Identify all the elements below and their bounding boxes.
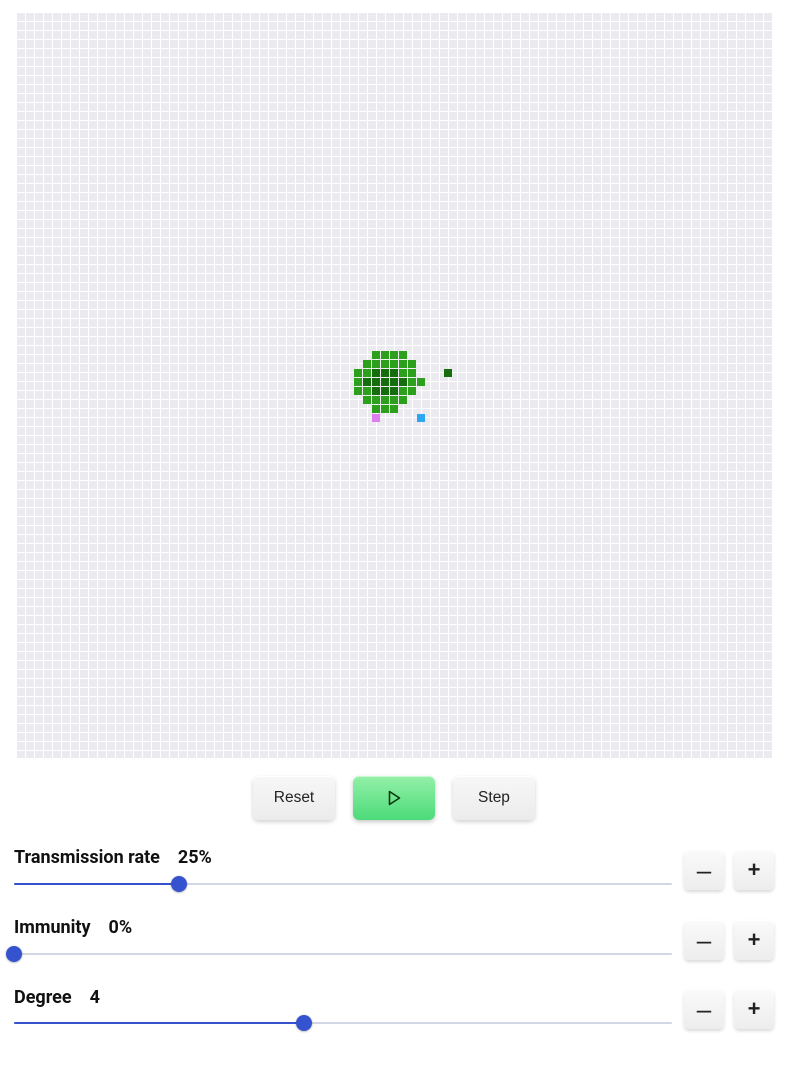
grid-cell bbox=[390, 387, 398, 395]
sim-controls: Reset Step bbox=[8, 776, 780, 820]
param-degree: Degree 4 – + bbox=[14, 988, 774, 1032]
immunity-increment-button[interactable]: + bbox=[734, 920, 774, 960]
grid-cell bbox=[399, 369, 407, 377]
transmission-stepper: – + bbox=[684, 850, 774, 890]
transmission-slider[interactable] bbox=[14, 876, 672, 892]
degree-value: 4 bbox=[90, 988, 100, 1008]
grid-cell bbox=[381, 405, 389, 413]
grid-cell bbox=[381, 351, 389, 359]
immunity-decrement-button[interactable]: – bbox=[684, 920, 724, 960]
grid-cell bbox=[408, 378, 416, 386]
play-icon bbox=[385, 789, 403, 807]
grid-cell bbox=[372, 387, 380, 395]
grid-cell bbox=[417, 414, 425, 422]
transmission-decrement-button[interactable]: – bbox=[684, 850, 724, 890]
play-button[interactable] bbox=[353, 776, 435, 820]
param-immunity: Immunity 0% – + bbox=[14, 918, 774, 962]
grid-cell bbox=[363, 360, 371, 368]
grid-cell bbox=[372, 360, 380, 368]
immunity-stepper: – + bbox=[684, 920, 774, 960]
degree-increment-button[interactable]: + bbox=[734, 989, 774, 1029]
slider-thumb[interactable] bbox=[296, 1015, 312, 1031]
grid-cell bbox=[390, 369, 398, 377]
grid-cell bbox=[354, 387, 362, 395]
immunity-slider[interactable] bbox=[14, 946, 672, 962]
grid-cell bbox=[363, 378, 371, 386]
slider-thumb[interactable] bbox=[6, 946, 22, 962]
grid-cell bbox=[417, 378, 425, 386]
grid-cell bbox=[390, 396, 398, 404]
grid-cell bbox=[381, 369, 389, 377]
degree-decrement-button[interactable]: – bbox=[684, 989, 724, 1029]
grid-cell bbox=[372, 396, 380, 404]
grid-cell bbox=[390, 405, 398, 413]
grid-cell bbox=[372, 405, 380, 413]
degree-label: Degree bbox=[14, 988, 72, 1008]
grid-cell bbox=[372, 414, 380, 422]
slider-fill bbox=[14, 883, 179, 885]
grid-cell bbox=[363, 396, 371, 404]
simulation-grid[interactable] bbox=[14, 10, 774, 760]
grid-cell bbox=[399, 360, 407, 368]
grid-cell bbox=[390, 378, 398, 386]
grid-cell bbox=[363, 369, 371, 377]
grid-cell bbox=[372, 378, 380, 386]
step-button[interactable]: Step bbox=[453, 776, 535, 820]
grid-cell bbox=[408, 369, 416, 377]
grid-cell bbox=[354, 378, 362, 386]
grid-cell bbox=[381, 396, 389, 404]
grid-cell bbox=[399, 351, 407, 359]
grid-cell bbox=[390, 351, 398, 359]
transmission-increment-button[interactable]: + bbox=[734, 850, 774, 890]
slider-thumb[interactable] bbox=[171, 876, 187, 892]
grid-cell bbox=[408, 360, 416, 368]
slider-fill bbox=[14, 1022, 304, 1024]
immunity-value: 0% bbox=[109, 918, 133, 938]
grid-cell bbox=[399, 387, 407, 395]
grid-cell bbox=[444, 369, 452, 377]
grid-cell bbox=[381, 387, 389, 395]
parameters-panel: Transmission rate 25% – + Immunity 0% bbox=[8, 848, 780, 1031]
grid-cell bbox=[390, 360, 398, 368]
transmission-label: Transmission rate bbox=[14, 848, 160, 868]
grid-cell bbox=[354, 369, 362, 377]
transmission-value: 25% bbox=[178, 848, 212, 868]
grid-cell bbox=[399, 396, 407, 404]
grid-cell bbox=[381, 360, 389, 368]
immunity-label: Immunity bbox=[14, 918, 91, 938]
param-transmission: Transmission rate 25% – + bbox=[14, 848, 774, 892]
grid-cell bbox=[363, 387, 371, 395]
app-root: Reset Step Transmission rate 25% bbox=[0, 0, 788, 1067]
grid-cell bbox=[408, 387, 416, 395]
reset-button[interactable]: Reset bbox=[253, 776, 335, 820]
grid-cells-layer bbox=[16, 12, 772, 758]
degree-stepper: – + bbox=[684, 989, 774, 1029]
degree-slider[interactable] bbox=[14, 1015, 672, 1031]
grid-cell bbox=[372, 351, 380, 359]
slider-track bbox=[14, 953, 672, 955]
grid-cell bbox=[399, 378, 407, 386]
grid-cell bbox=[372, 369, 380, 377]
grid-cell bbox=[381, 378, 389, 386]
